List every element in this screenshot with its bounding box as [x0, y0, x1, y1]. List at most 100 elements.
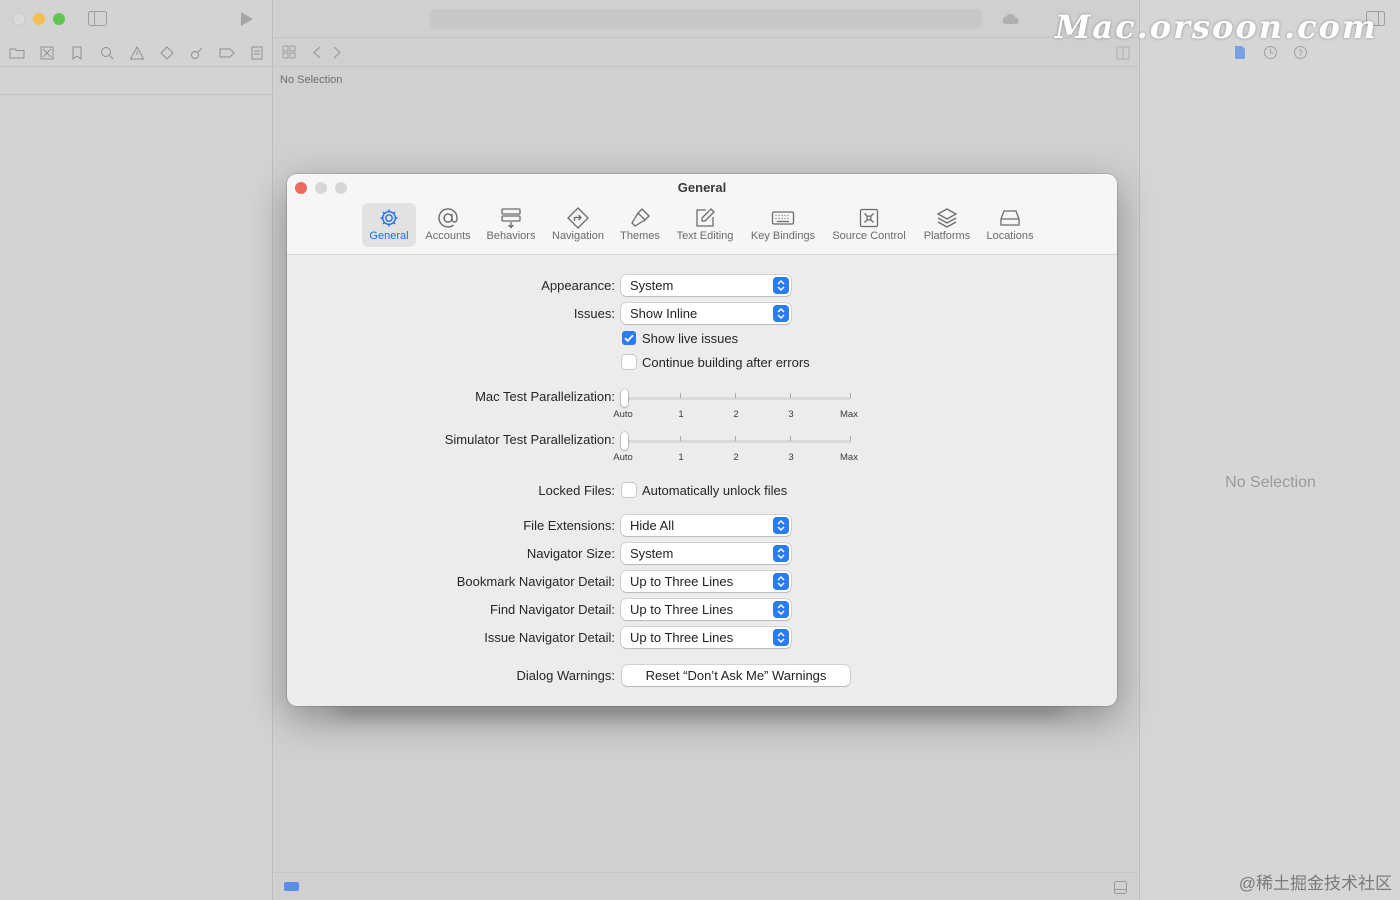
tab-text-editing[interactable]: Text Editing — [670, 203, 740, 247]
tick-label-2: 2 — [733, 409, 739, 420]
source-control-navigator-icon[interactable] — [39, 45, 55, 61]
popup-chevrons-icon — [773, 629, 789, 646]
issues-popup[interactable]: Show Inline — [621, 303, 791, 324]
tab-key-bindings[interactable]: Key Bindings — [745, 203, 821, 247]
tick-label-2: 2 — [733, 452, 739, 463]
tab-navigation-label: Navigation — [552, 230, 604, 242]
grid-icon[interactable] — [282, 45, 296, 59]
tab-general[interactable]: General — [362, 203, 416, 247]
tab-key-bindings-label: Key Bindings — [750, 230, 816, 242]
slider-tick — [680, 436, 681, 441]
locked-files-label: Locked Files: — [538, 483, 615, 498]
drive-icon — [1000, 210, 1020, 226]
navigator-size-value: System — [630, 546, 674, 561]
navigator-size-popup[interactable]: System — [621, 543, 791, 564]
close-window-button[interactable] — [13, 13, 25, 25]
show-live-issues-checkbox[interactable] — [622, 331, 636, 345]
tab-behaviors[interactable]: Behaviors — [481, 203, 541, 247]
settings-toolbar: General General Accounts Behaviors Navig… — [287, 174, 1117, 255]
slider-track — [623, 440, 851, 443]
checkmark-icon — [624, 334, 634, 343]
tab-accounts-label: Accounts — [425, 230, 471, 242]
window-titlebar — [0, 0, 273, 38]
bookmark-icon[interactable] — [69, 45, 85, 61]
reset-warnings-button[interactable]: Reset “Don’t Ask Me” Warnings — [622, 665, 850, 686]
help-icon[interactable]: ? — [1293, 45, 1308, 60]
jump-bar — [274, 38, 1138, 67]
breakpoint-icon[interactable] — [219, 45, 235, 61]
slider-tick — [850, 436, 851, 441]
tab-navigation[interactable]: Navigation — [546, 203, 610, 247]
forward-chevron-icon[interactable] — [332, 46, 342, 59]
tick-label-max: Max — [840, 409, 858, 420]
sidebar-toggle-icon[interactable] — [88, 11, 107, 26]
issue-navigator-detail-popup[interactable]: Up to Three Lines — [621, 627, 791, 648]
watermark-credit: @稀土掘金技术社区 — [1238, 874, 1392, 893]
issue-navigator-detail-value: Up to Three Lines — [630, 630, 734, 645]
back-chevron-icon[interactable] — [312, 46, 322, 59]
dialog-warnings-label: Dialog Warnings: — [516, 668, 615, 683]
warning-icon[interactable] — [129, 45, 145, 61]
svg-text:?: ? — [1298, 49, 1303, 59]
unlock-files-label: Automatically unlock files — [642, 483, 788, 498]
popup-chevrons-icon — [773, 545, 789, 562]
pencil-square-icon — [696, 208, 715, 227]
brush-icon — [631, 208, 650, 227]
history-icon[interactable] — [1263, 45, 1278, 60]
zoom-window-button[interactable] — [53, 13, 65, 25]
source-control-icon — [859, 208, 879, 228]
settings-window: General General Accounts Behaviors Navig… — [287, 174, 1117, 706]
slider-tick — [850, 393, 851, 398]
popup-chevrons-icon — [773, 277, 789, 294]
slider-track — [623, 397, 851, 400]
search-icon[interactable] — [99, 45, 115, 61]
tick-label-max: Max — [840, 452, 858, 463]
appearance-label: Appearance: — [541, 278, 615, 293]
tab-platforms[interactable]: Platforms — [917, 203, 977, 247]
file-extensions-popup[interactable]: Hide All — [621, 515, 791, 536]
test-diamond-icon[interactable] — [159, 45, 175, 61]
navigator-divider — [0, 94, 273, 95]
tick-label-1: 1 — [678, 409, 684, 420]
watermark-logo: Mac.orsoon.com — [1055, 8, 1378, 46]
toolbar — [274, 0, 1138, 38]
debug-area-toggle-icon[interactable] — [284, 882, 299, 891]
bookmark-navigator-detail-popup[interactable]: Up to Three Lines — [621, 571, 791, 592]
editor-no-selection: No Selection — [280, 74, 343, 86]
panel-toggle-icon[interactable] — [1114, 881, 1127, 894]
popup-chevrons-icon — [773, 573, 789, 590]
continue-building-checkbox[interactable] — [622, 355, 636, 369]
unlock-files-checkbox[interactable] — [622, 483, 636, 497]
run-icon[interactable] — [240, 12, 254, 26]
folder-icon[interactable] — [9, 45, 25, 61]
tab-themes[interactable]: Themes — [615, 203, 665, 247]
appearance-popup[interactable]: System — [621, 275, 791, 296]
at-sign-icon — [438, 208, 458, 228]
tab-locations[interactable]: Locations — [982, 203, 1038, 247]
keyboard-icon — [771, 211, 795, 225]
behaviors-icon — [501, 208, 521, 229]
issues-label: Issues: — [573, 306, 615, 321]
slider-knob[interactable] — [621, 389, 628, 407]
simulator-test-parallelization-label: Simulator Test Parallelization: — [444, 432, 615, 447]
navigation-sign-icon — [567, 207, 589, 229]
tab-behaviors-label: Behaviors — [486, 230, 536, 242]
report-icon[interactable] — [249, 45, 265, 61]
debug-bar — [274, 872, 1138, 900]
add-editor-icon[interactable] — [1116, 46, 1130, 60]
popup-chevrons-icon — [773, 517, 789, 534]
minimize-window-button[interactable] — [33, 13, 45, 25]
tick-label-auto: Auto — [613, 452, 633, 463]
find-navigator-detail-popup[interactable]: Up to Three Lines — [621, 599, 791, 620]
bookmark-navigator-detail-label: Bookmark Navigator Detail: — [456, 574, 615, 589]
activity-viewer — [430, 9, 982, 29]
tab-themes-label: Themes — [620, 230, 660, 242]
debug-spray-icon[interactable] — [189, 45, 205, 61]
popup-chevrons-icon — [773, 601, 789, 618]
tab-accounts[interactable]: Accounts — [420, 203, 476, 247]
file-inspector-icon[interactable] — [1234, 45, 1246, 60]
tab-source-control[interactable]: Source Control — [827, 203, 911, 247]
slider-tick — [790, 393, 791, 398]
tick-label-1: 1 — [678, 452, 684, 463]
slider-knob[interactable] — [621, 432, 628, 450]
